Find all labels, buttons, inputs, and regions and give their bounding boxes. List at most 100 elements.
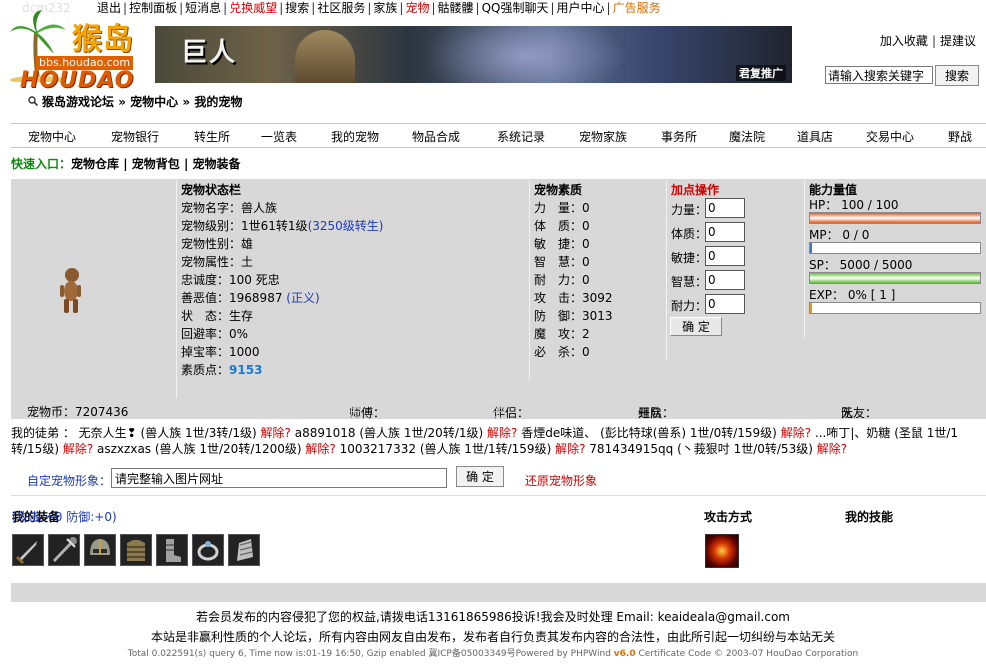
add-point-input[interactable]: [705, 294, 745, 314]
disciple-name: aszxzxas: [97, 442, 152, 456]
restore-image-link[interactable]: 还原宠物形象: [525, 472, 597, 489]
ability-bar: [809, 212, 981, 224]
add-point-input[interactable]: [705, 198, 745, 218]
add-point-label: 智慧：: [671, 275, 708, 289]
add-point-input[interactable]: [705, 270, 745, 290]
ability-bar-label: EXP： 0% [ 1 ]: [809, 288, 896, 302]
ability-bar-fill: [810, 303, 813, 313]
menu-item[interactable]: 事务所: [661, 128, 697, 145]
armor-icon[interactable]: [120, 534, 152, 566]
menu-item[interactable]: 一览表: [261, 128, 297, 145]
ability-bar-fill: [810, 273, 980, 283]
quick-link-backpack[interactable]: 宠物背包: [132, 157, 180, 171]
gauntlet-icon[interactable]: [228, 534, 260, 566]
menu-item[interactable]: 交易中心: [866, 128, 914, 145]
quick-label: 快速入口：: [11, 157, 72, 171]
top-nav-item[interactable]: 用户中心: [556, 1, 606, 15]
attribute-row: 智 慧：0: [534, 253, 590, 270]
search-box: 搜索: [825, 65, 979, 86]
custom-image-url-input[interactable]: [111, 468, 447, 488]
disciple-release-link[interactable]: 解除?: [555, 442, 585, 456]
top-nav-item[interactable]: 搜索: [284, 1, 310, 15]
boots-icon[interactable]: [156, 534, 188, 566]
karma-type: (正义): [286, 291, 320, 305]
footer-separator: [11, 583, 986, 602]
search-input[interactable]: [825, 66, 933, 84]
menu-item[interactable]: 道具店: [797, 128, 833, 145]
pet-drop-rate: 1000: [229, 345, 260, 359]
add-point-input[interactable]: [705, 222, 745, 242]
feedback-link[interactable]: 提建议: [940, 34, 976, 48]
top-nav-item[interactable]: 宠物: [404, 1, 430, 15]
disciple-info: (兽人族 1世/20转/1级): [359, 426, 484, 440]
top-nav-item[interactable]: 短消息: [184, 1, 222, 15]
pet-karma: 1968987: [229, 291, 283, 305]
pet-status-panel: 宠物状态栏 宠物名字：兽人族 宠物级别：1世61转1级(3250级转生) 宠物性…: [11, 179, 986, 402]
attribute-row: 攻 击：3092: [534, 289, 613, 306]
disciple-release-link[interactable]: 解除?: [487, 426, 517, 440]
search-button[interactable]: 搜索: [935, 65, 979, 86]
menu-item[interactable]: 我的宠物: [331, 128, 379, 145]
top-nav-links: 退出 | 控制面板 | 短消息 | 兑换威望 | 搜索 | 社区服务 | 家族 | 宠物 | 骷髅髏 | QQ强制聊…: [96, 0, 662, 17]
disciple-name: 781434915qq: [589, 442, 674, 456]
attribute-label: 必 杀：: [534, 345, 583, 359]
menu-item[interactable]: 系统记录: [497, 128, 545, 145]
top-nav-item[interactable]: 兑换威望: [228, 1, 278, 15]
attribute-row: 体 质：0: [534, 217, 590, 234]
team-value[interactable]: 开启: [638, 404, 662, 421]
skills-title: 我的技能: [845, 510, 894, 524]
menu-item[interactable]: 物品合成: [412, 128, 460, 145]
top-nav-item[interactable]: 广告服务: [612, 1, 662, 15]
nav-separator: |: [606, 1, 611, 15]
ring-icon[interactable]: [192, 534, 224, 566]
disciple-release-link[interactable]: 解除?: [261, 426, 291, 440]
attack-mode-icon[interactable]: [705, 534, 739, 568]
helmet-icon[interactable]: [84, 534, 116, 566]
disciple-release-link[interactable]: 解除?: [63, 442, 93, 456]
main-menu: 宠物中心 宠物银行 转生所 一览表 我的宠物 物品合成 系统记录 宠物家族 事务所 魔法院 道具店 交…: [11, 123, 986, 148]
top-nav-item[interactable]: 骷髅髏: [437, 1, 475, 15]
top-nav-item[interactable]: 社区服务: [316, 1, 366, 15]
quick-link-equipment[interactable]: 宠物装备: [193, 157, 241, 171]
footer-disclaimer: 本站是非赢利性质的个人论坛，所有内容由网友自由发布，发布者自行负责其发布内容的合…: [150, 630, 835, 644]
disciple-release-link[interactable]: 解除?: [781, 426, 811, 440]
top-nav-item[interactable]: QQ强制聊天: [481, 1, 550, 15]
top-nav-item[interactable]: 家族: [372, 1, 398, 15]
pet-dodge: 0%: [229, 327, 249, 341]
teammate-value: 无: [841, 406, 854, 420]
bookmark-link[interactable]: 加入收藏: [880, 34, 928, 48]
add-points-submit-button[interactable]: 确 定: [670, 317, 722, 336]
attribute-row: 防 御：3013: [534, 307, 613, 324]
banner-title: 巨人: [181, 38, 238, 68]
menu-item[interactable]: 野战: [948, 128, 972, 145]
attribute-label: 智 慧：: [534, 255, 583, 269]
site-logo[interactable]: 猴岛 bbs.houdao.com HOUDAO: [8, 10, 154, 93]
nav-separator: |: [550, 1, 555, 15]
disciple-release-link[interactable]: 解除?: [305, 442, 335, 456]
menu-item[interactable]: 魔法院: [729, 128, 765, 145]
ad-banner[interactable]: 巨人 君复推广: [155, 26, 792, 83]
attribute-label: 体 质：: [534, 219, 583, 233]
staff-icon[interactable]: [48, 534, 80, 566]
disciple-release-link[interactable]: 解除?: [817, 442, 847, 456]
menu-item[interactable]: 宠物中心: [28, 128, 76, 145]
logo-english: HOUDAO: [20, 68, 135, 93]
attribute-value: 0: [582, 255, 590, 269]
attribute-label: 防 御：: [534, 309, 583, 323]
ability-bar: [809, 272, 981, 284]
version: v6.0: [613, 649, 636, 659]
disciple-info: (彭比特球(兽系) 1世/0转/159级): [600, 426, 777, 440]
breadcrumb-pet-center[interactable]: 宠物中心: [130, 95, 178, 109]
disciple-name: a8891018: [294, 426, 356, 440]
breadcrumb-forum[interactable]: 猴岛游戏论坛: [42, 95, 114, 109]
partner-value: 无: [493, 406, 506, 420]
menu-item[interactable]: 宠物银行: [111, 128, 159, 145]
custom-image-submit-button[interactable]: 确 定: [456, 466, 504, 487]
menu-item[interactable]: 宠物家族: [579, 128, 627, 145]
menu-item[interactable]: 转生所: [194, 128, 230, 145]
add-point-input[interactable]: [705, 246, 745, 266]
ability-bar-label: SP： 5000 / 5000: [809, 258, 913, 272]
logo-chinese: 猴岛: [72, 22, 134, 57]
sword-icon[interactable]: [12, 534, 44, 566]
quick-link-warehouse[interactable]: 宠物仓库: [71, 157, 119, 171]
